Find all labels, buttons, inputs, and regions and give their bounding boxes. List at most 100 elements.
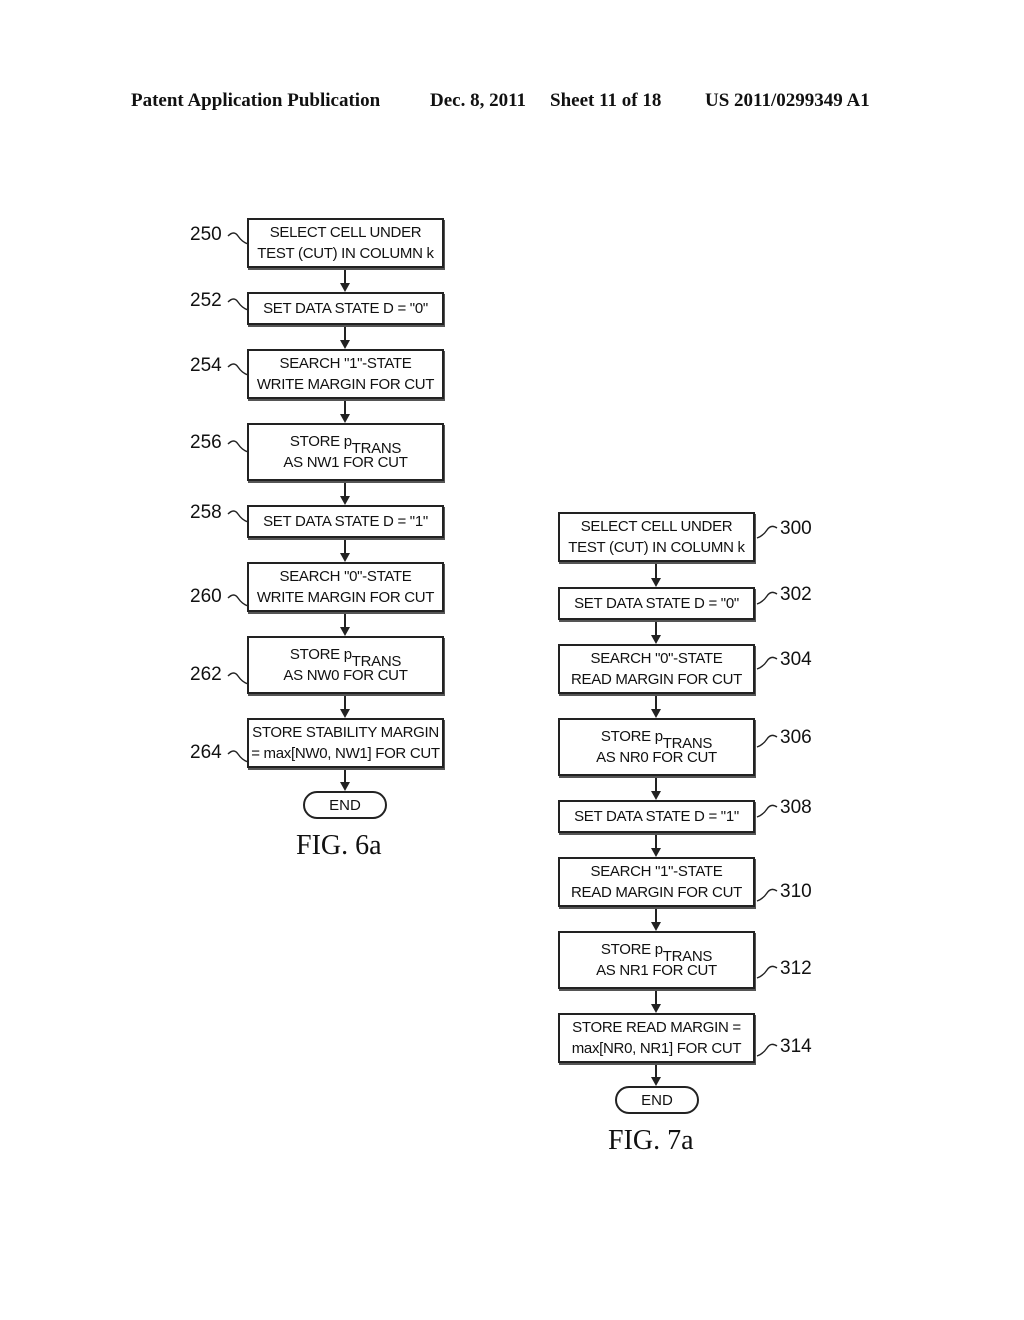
step-text-line: STORE pTRANS [289,431,401,457]
step-text-line: SELECT CELL UNDER [269,224,422,241]
leader-line [756,965,778,979]
step-text-line: WRITE MARGIN FOR CUT [256,589,435,606]
step-text-line: STORE STABILITY MARGIN [252,724,439,741]
leader-line [227,363,249,376]
header-date: Dec. 8, 2011 [430,90,527,111]
fig6a-ref-number: 256 [190,432,222,453]
fig7a-ref-number: 310 [780,881,812,902]
step-text-line: SEARCH "0"-STATE [590,650,723,667]
arrowhead-icon [651,922,661,931]
fig6a-ref-number: 260 [190,586,222,607]
leader-line [227,672,249,685]
fig7a-ref-number: 314 [780,1036,812,1057]
fig6a-step-box: STORE pTRANS AS NW0 FOR CUT [247,636,444,694]
leader-line [227,440,249,453]
leader-line [756,656,778,670]
arrowhead-icon [340,627,350,636]
step-text-line: READ MARGIN FOR CUT [571,671,742,688]
leader-line [227,298,249,311]
fig7a-step-box: SET DATA STATE D = "1" [558,800,755,833]
fig6a-ref-number: 254 [190,355,222,376]
arrowhead-icon [651,1004,661,1013]
arrowhead-icon [651,848,661,857]
step-text-line: SEARCH "0"-STATE [279,568,412,585]
arrowhead-icon [340,553,350,562]
arrowhead-icon [340,782,350,791]
step-text-line: SEARCH "1"-STATE [590,863,723,880]
fig7a-step-box: SELECT CELL UNDER TEST (CUT) IN COLUMN k [558,512,755,562]
leader-line [756,1043,778,1057]
step-text-line: STORE p [289,433,352,450]
leader-line [756,804,778,818]
fig7a-step-box: SEARCH "0"-STATE READ MARGIN FOR CUT [558,644,755,694]
arrowhead-icon [340,283,350,292]
arrowhead-icon [651,635,661,644]
step-text-line: SET DATA STATE D = "1" [574,808,739,825]
fig7a-step-box: SET DATA STATE D = "0" [558,587,755,620]
leader-line [227,750,249,763]
subscript-trans: TRANS [662,735,713,752]
arrowhead-icon [340,709,350,718]
step-text-line: = max[NW0, NW1] FOR CUT [251,745,440,762]
subscript-trans: TRANS [662,948,713,965]
step-text-line: STORE pTRANS [289,644,401,670]
fig7a-ref-number: 304 [780,649,812,670]
leader-line [756,591,778,605]
arrowhead-icon [340,414,350,423]
arrowhead-icon [340,340,350,349]
leader-line [756,888,778,902]
step-text-line: STORE pTRANS [601,939,712,965]
subscript-trans: TRANS [351,653,402,670]
step-text-line: READ MARGIN FOR CUT [571,884,742,901]
arrowhead-icon [340,496,350,505]
arrowhead-icon [651,709,661,718]
step-text-line: TEST (CUT) IN COLUMN k [568,539,745,556]
step-text-line: SET DATA STATE D = "1" [263,513,428,530]
fig6a-step-box: SET DATA STATE D = "0" [247,292,444,325]
subscript-trans: TRANS [351,440,402,457]
fig6a-step-box: SEARCH "0"-STATE WRITE MARGIN FOR CUT [247,562,444,612]
leader-line [756,525,778,539]
leader-line [227,594,249,607]
fig7a-ref-number: 308 [780,797,812,818]
fig6a-ref-number: 258 [190,502,222,523]
step-text-line: SEARCH "1"-STATE [279,355,412,372]
arrowhead-icon [651,791,661,800]
step-text-line: STORE pTRANS [600,726,712,752]
step-text-line: STORE READ MARGIN = [572,1019,741,1036]
fig7a-step-box: STORE pTRANS AS NR0 FOR CUT [558,718,755,776]
fig7a-end-terminal: END [615,1086,699,1114]
header-patent-number: US 2011/0299349 A1 [705,90,870,111]
step-text-line: max[NR0, NR1] FOR CUT [571,1040,742,1057]
leader-line [227,232,249,245]
leader-line [227,510,249,523]
fig6a-ref-number: 252 [190,290,222,311]
fig7a-step-box: STORE READ MARGIN = max[NR0, NR1] FOR CUT [558,1013,755,1063]
step-text-line: STORE p [289,646,352,663]
fig7a-step-box: SEARCH "1"-STATE READ MARGIN FOR CUT [558,857,755,907]
leader-line [756,734,778,748]
flowchart-connectors [227,232,778,1086]
fig6a-step-box: SELECT CELL UNDER TEST (CUT) IN COLUMN k [247,218,444,268]
fig6a-end-terminal: END [303,791,387,819]
header-sheet: Sheet 11 of 18 [550,90,662,111]
fig7a-ref-number: 300 [780,518,812,539]
fig6a-step-box: STORE STABILITY MARGIN = max[NW0, NW1] FO… [247,718,444,768]
header-publication: Patent Application Publication [131,90,381,111]
fig7a-step-box: STORE pTRANS AS NR1 FOR CUT [558,931,755,989]
step-text-line: WRITE MARGIN FOR CUT [256,376,435,393]
fig6a-step-box: SET DATA STATE D = "1" [247,505,444,538]
fig7a-ref-number: 302 [780,584,812,605]
step-text-line: TEST (CUT) IN COLUMN k [257,245,434,262]
step-text-line: STORE p [600,728,663,745]
step-text-line: SET DATA STATE D = "0" [574,595,739,612]
fig6a-caption: FIG. 6a [296,830,382,861]
fig7a-ref-number: 306 [780,727,812,748]
fig6a-step-box: STORE pTRANS AS NW1 FOR CUT [247,423,444,481]
fig7a-caption: FIG. 7a [608,1125,694,1156]
fig6a-ref-number: 250 [190,224,222,245]
step-text-line: SELECT CELL UNDER [580,518,733,535]
step-text-line: SET DATA STATE D = "0" [263,300,428,317]
fig6a-ref-number: 262 [190,664,222,685]
arrowhead-icon [651,1077,661,1086]
